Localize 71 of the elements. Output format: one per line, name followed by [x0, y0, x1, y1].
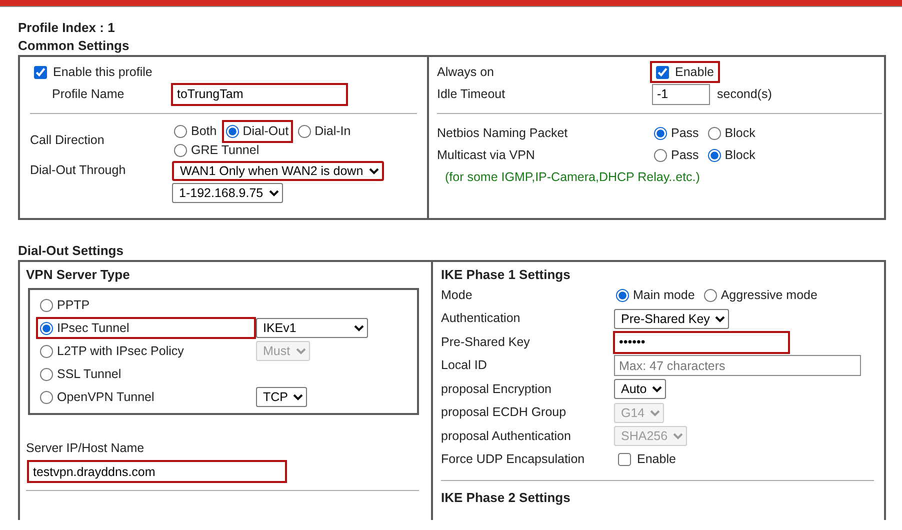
dropdown[interactable]: TCP [256, 387, 307, 407]
checkbox[interactable] [656, 66, 669, 78]
field-label: Idle Timeout [437, 86, 506, 101]
field-label: Server IP/Host Name [26, 440, 146, 456]
field-label: Authentication [441, 311, 520, 326]
radio-button[interactable] [174, 124, 187, 138]
checkbox[interactable] [618, 453, 631, 466]
option-label: L2TP with IPsec Policy [57, 342, 184, 360]
group-title: IKE Phase 1 Settings [441, 266, 572, 284]
field-label: Profile Name [52, 86, 124, 101]
field-label: Netbios Naming Packet [437, 126, 568, 140]
option-label: Block [724, 146, 756, 164]
radio-button[interactable] [40, 322, 53, 334]
dropdown[interactable]: 1-192.168.9.75 [172, 182, 283, 202]
option-label: Block [724, 124, 756, 142]
option-label: Dial-Out [242, 123, 289, 140]
option-label: OpenVPN Tunnel [57, 388, 154, 406]
text-field[interactable]: Max: 47 characters [614, 355, 861, 376]
radio-button[interactable] [226, 124, 239, 138]
radio-button[interactable] [616, 288, 629, 302]
option-label: Pass [671, 146, 699, 164]
option-label: Enable [675, 64, 714, 81]
section-title: Dial-Out Settings [18, 242, 124, 260]
dropdown[interactable]: Pre-Shared Key [614, 308, 729, 329]
field-label: Pre-Shared Key [441, 334, 530, 349]
option-label: IPsec Tunnel [57, 320, 130, 337]
option-label: PPTP [57, 296, 90, 314]
text-field[interactable]: testvpn.drayddns.com [28, 461, 286, 482]
option-label: Enable [637, 451, 676, 468]
field-label: Mode [441, 288, 472, 302]
radio-button[interactable] [708, 148, 721, 162]
option-label: Dial-In [314, 123, 351, 140]
radio-button[interactable] [654, 148, 667, 162]
option-label: GRE Tunnel [191, 142, 260, 159]
group-title: VPN Server Type [26, 266, 131, 284]
note-text: (for some IGMP,IP-Camera,DHCP Relay..etc.) [444, 168, 700, 186]
unit-text: second(s) [717, 86, 772, 103]
field-label: proposal ECDH Group [441, 405, 566, 420]
field-label: Local ID [441, 358, 487, 372]
field-label: Force UDP Encapsulation [441, 452, 585, 466]
profile-index: Profile Index : 1 [18, 19, 116, 37]
text-field[interactable]: •••••• [614, 332, 789, 353]
field-label: proposal Encryption [441, 382, 552, 396]
dropdown[interactable]: IKEv1 [256, 318, 368, 338]
field-label: Call Direction [30, 133, 104, 148]
radio-button[interactable] [40, 298, 53, 312]
radio-button[interactable] [704, 288, 717, 302]
group-title: IKE Phase 2 Settings [441, 488, 572, 506]
radio-button[interactable] [40, 368, 53, 380]
field-label: Multicast via VPN [437, 148, 535, 162]
field-label: Dial-Out Through [30, 163, 126, 178]
radio-button[interactable] [654, 126, 667, 140]
option-label: Pass [671, 124, 699, 142]
option-label: Main mode [633, 286, 695, 304]
dropdown[interactable]: WAN1 Only when WAN2 is down [172, 160, 384, 180]
radio-button[interactable] [298, 124, 311, 138]
radio-button[interactable] [40, 344, 53, 358]
radio-button[interactable] [174, 144, 187, 157]
option-label: Both [191, 123, 217, 140]
checkbox[interactable] [34, 66, 47, 78]
section-title: Common Settings [18, 37, 130, 55]
dropdown[interactable]: Auto [614, 379, 666, 400]
option-label: Aggressive mode [720, 286, 818, 304]
option-label: Enable this profile [53, 64, 152, 81]
field-label: Always on [437, 64, 494, 79]
text-field[interactable]: toTrungTam [172, 84, 347, 104]
radio-button[interactable] [708, 126, 721, 140]
text-field[interactable]: -1 [652, 84, 710, 104]
radio-button[interactable] [40, 390, 53, 404]
field-label: proposal Authentication [441, 428, 571, 443]
option-label: SSL Tunnel [57, 366, 122, 383]
